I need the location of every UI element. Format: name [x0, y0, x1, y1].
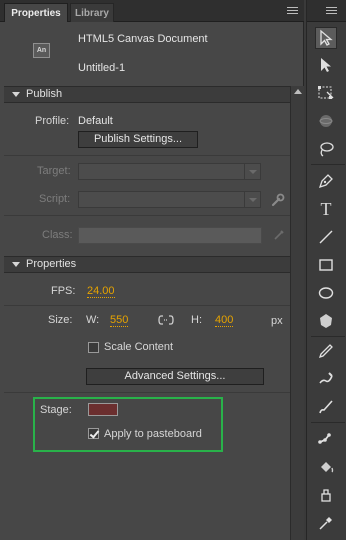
panel-tab-bar: Properties Library [0, 0, 304, 22]
collapse-triangle-icon [12, 262, 20, 267]
vertical-scrollbar[interactable] [290, 86, 304, 540]
height-value[interactable]: 400 [215, 314, 234, 327]
properties-panel: Properties Library An HTML5 Canvas Docum… [0, 0, 304, 540]
polystar-tool-icon[interactable] [315, 310, 337, 332]
free-transform-tool-icon[interactable] [315, 82, 337, 104]
scale-content-checkbox[interactable] [88, 342, 99, 353]
class-label: Class: [42, 229, 73, 241]
profile-label: Profile: [35, 115, 70, 127]
tool-separator [311, 422, 345, 423]
width-value[interactable]: 550 [110, 314, 129, 327]
tool-separator [311, 164, 345, 165]
divider [4, 392, 290, 393]
lasso-tool-icon[interactable] [315, 138, 337, 160]
fps-value[interactable]: 24.00 [87, 285, 115, 298]
wrench-icon[interactable] [271, 193, 285, 207]
script-label: Script: [39, 193, 71, 205]
collapse-triangle-icon [12, 92, 20, 97]
oval-tool-icon[interactable] [315, 282, 337, 304]
size-label: Size: [48, 314, 73, 326]
divider [4, 155, 290, 156]
properties-section-header[interactable]: Properties [4, 256, 290, 273]
class-field[interactable] [78, 227, 262, 244]
ink-bottle-tool-icon[interactable] [315, 484, 337, 506]
script-select[interactable] [78, 191, 261, 208]
tools-top-bar [307, 0, 346, 22]
selection-tool-icon[interactable] [315, 27, 337, 49]
panel-menu-icon[interactable] [287, 7, 298, 15]
advanced-settings-button[interactable]: Advanced Settings... [86, 368, 264, 385]
paint-brush-tool-icon[interactable] [315, 396, 337, 418]
divider [4, 215, 290, 216]
scroll-up-icon[interactable] [294, 89, 302, 94]
width-label: W: [86, 314, 100, 326]
properties-section-title: Properties [26, 258, 77, 270]
publish-settings-button[interactable]: Publish Settings... [78, 131, 198, 148]
subselection-tool-icon[interactable] [315, 54, 337, 76]
tab-library[interactable]: Library [70, 3, 114, 22]
height-label: H: [191, 314, 202, 326]
brush-tool-icon[interactable] [315, 368, 337, 390]
line-tool-icon[interactable] [315, 226, 337, 248]
eyedropper-tool-icon[interactable] [315, 512, 337, 534]
divider [4, 305, 290, 306]
document-name-label: Untitled-1 [78, 62, 126, 74]
document-type-label: HTML5 Canvas Document [78, 33, 208, 45]
bone-tool-icon[interactable] [315, 428, 337, 450]
tab-properties[interactable]: Properties [4, 3, 68, 22]
pen-tool-icon[interactable] [315, 170, 337, 192]
target-label: Target: [37, 165, 71, 177]
pencil-tool-icon[interactable] [315, 340, 337, 362]
chevron-down-icon [244, 164, 260, 179]
paint-bucket-tool-icon[interactable] [315, 456, 337, 478]
highlight-box [33, 397, 223, 452]
scale-content-label: Scale Content [104, 341, 174, 353]
rectangle-tool-icon[interactable] [315, 254, 337, 276]
publish-section-title: Publish [26, 88, 63, 100]
profile-value: Default [78, 115, 113, 127]
tool-separator [311, 336, 345, 337]
3d-rotation-tool-icon[interactable] [315, 110, 337, 132]
chevron-down-icon [244, 192, 260, 207]
pencil-icon[interactable] [273, 229, 285, 241]
fps-label: FPS: [51, 285, 76, 297]
document-type-icon: An [33, 43, 50, 58]
tools-menu-icon[interactable] [326, 7, 337, 15]
text-tool-icon[interactable]: T [315, 198, 337, 220]
size-unit: px [271, 315, 283, 327]
target-select[interactable] [78, 163, 261, 180]
publish-section-header[interactable]: Publish [4, 86, 290, 103]
tools-panel: T [306, 0, 346, 540]
link-proportions-icon[interactable] [158, 313, 174, 327]
